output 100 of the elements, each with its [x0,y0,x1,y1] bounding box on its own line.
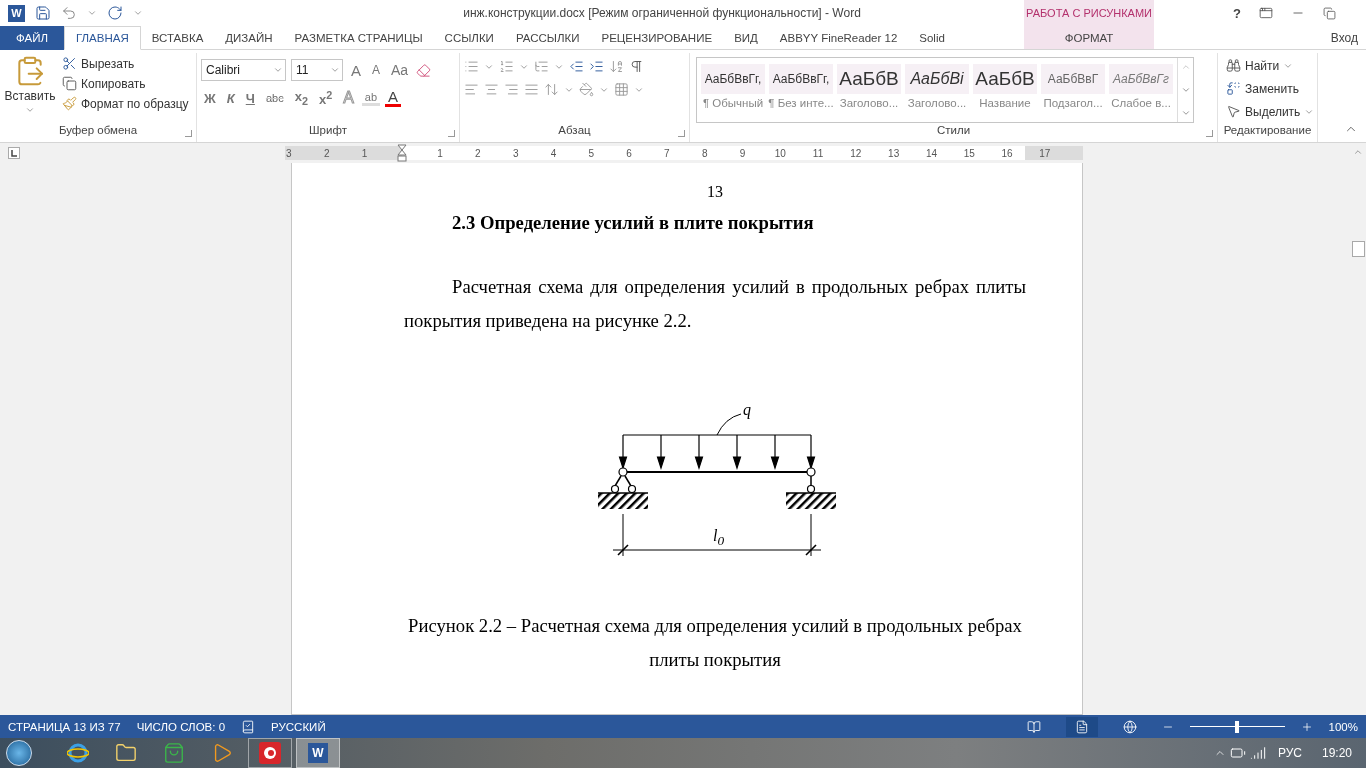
caret-icon[interactable] [273,65,283,75]
zoom-in-icon[interactable] [1300,720,1313,733]
restore-icon[interactable] [1323,6,1336,20]
pointer-icon[interactable] [1226,104,1241,119]
paintbrush-icon[interactable] [62,96,77,111]
caret-icon[interactable] [87,8,97,18]
shopping-bag-icon[interactable] [163,742,185,764]
align-center-icon[interactable] [484,82,499,97]
word-count[interactable]: ЧИСЛО СЛОВ: 0 [136,720,226,733]
ribbon-tab[interactable]: ССЫЛКИ [433,26,505,50]
replace-button[interactable]: Заменить [1224,80,1317,97]
paint-bucket-icon[interactable] [579,82,594,97]
ribbon-tab[interactable]: РАССЫЛКИ [504,26,591,50]
browser-icon[interactable] [67,742,89,764]
signal-icon[interactable] [1249,745,1266,761]
dialog-launcher-icon[interactable] [678,130,685,137]
case-font-button[interactable]: Aa [388,62,412,78]
disc-app-icon[interactable] [259,742,281,764]
scissors-icon[interactable] [62,56,77,71]
clock[interactable]: 19:20 [1321,746,1352,760]
eraser-icon[interactable] [416,62,432,78]
redo-icon[interactable] [107,5,123,21]
style-item[interactable]: АаБбВвГг, ¶ Без инте... [769,64,833,116]
scroll-up-icon[interactable] [1180,62,1191,72]
ribbon-tab[interactable]: ВСТАВКА [140,26,215,50]
undo-icon[interactable] [61,5,77,21]
font-name-field[interactable]: Calibri [201,59,286,81]
binoculars-icon[interactable] [1226,58,1241,73]
print-layout-icon[interactable] [1074,719,1089,734]
select-button[interactable]: Выделить [1224,103,1317,120]
ribbon-tab[interactable]: ГЛАВНАЯ [64,26,141,50]
caret-icon[interactable] [330,65,340,75]
start-button[interactable] [6,740,32,766]
dialog-launcher-icon[interactable] [1206,130,1213,137]
page-count[interactable]: СТРАНИЦА 13 ИЗ 77 [8,720,121,733]
align-left-icon[interactable] [464,82,479,97]
highlight-button[interactable]: ab [361,90,381,106]
battery-icon[interactable] [1229,745,1246,761]
ribbon-tab[interactable]: ВИД [723,26,769,50]
folder-icon[interactable] [115,742,137,764]
language-indicator[interactable]: РУССКИЙ [271,720,326,733]
vertical-scrollbar[interactable] [1350,143,1366,715]
tab-selector-icon[interactable] [8,147,20,159]
more-styles-icon[interactable] [1180,108,1191,118]
save-icon[interactable] [35,5,51,21]
ribbon-display-icon[interactable] [1259,6,1273,20]
cut-button[interactable]: Вырезать [60,55,191,72]
scroll-down-icon[interactable] [1180,85,1191,95]
dialog-launcher-icon[interactable] [448,130,455,137]
word-icon[interactable]: W [308,743,328,763]
web-layout-icon[interactable] [1122,719,1137,734]
copy-button[interactable]: Копировать [60,75,191,92]
proofing-icon[interactable] [241,719,256,734]
font-size-field[interactable]: 11 [291,59,343,81]
ribbon-tab[interactable]: ФОРМАТ [1024,26,1154,50]
ribbon-tab[interactable]: Solid [908,26,956,50]
numbered-list-icon[interactable] [499,59,514,74]
style-item[interactable]: АаБбВ Название [973,64,1037,116]
ribbon-tab[interactable]: РАЗМЕТКА СТРАНИЦЫ [283,26,434,50]
sort-icon[interactable] [609,59,624,74]
increase-indent-icon[interactable] [589,59,604,74]
keyboard-language[interactable]: РУС [1277,746,1302,760]
style-item[interactable]: АаБбВвГ Подзагол... [1041,64,1105,116]
sign-in-link[interactable]: Вход [1154,26,1366,49]
help-button[interactable]: ? [1233,5,1241,21]
ribbon-tab[interactable]: ДИЗАЙН [214,26,284,50]
format-painter-button[interactable]: Формат по образцу [60,95,191,112]
style-item[interactable]: АаБбВвГг Слабое в... [1109,64,1173,116]
read-mode-icon[interactable] [1026,719,1041,734]
find-button[interactable]: Найти [1224,57,1317,74]
grow-font-button[interactable]: A [348,61,364,79]
borders-icon[interactable] [614,82,629,97]
ribbon-tab[interactable]: ABBYY FineReader 12 [768,26,909,50]
color-button[interactable]: A [385,89,402,108]
scroll-thumb[interactable] [1351,241,1365,257]
italic-button[interactable]: К [223,90,238,106]
decrease-indent-icon[interactable] [569,59,584,74]
line-spacing-icon[interactable] [544,82,559,97]
replace-icon[interactable] [1226,81,1241,96]
style-item[interactable]: АаБбВі Заголово... [905,64,969,116]
justify-icon[interactable] [524,82,539,97]
customize-caret-icon[interactable] [133,8,143,18]
shrink-font-button[interactable]: A [369,63,384,77]
copy-icon[interactable] [62,76,77,91]
style-item[interactable]: АаБбВвГг, ¶ Обычный [701,64,765,116]
bullet-list-icon[interactable] [464,59,479,74]
caret-icon[interactable] [25,105,35,115]
pilcrow-icon[interactable] [629,59,644,74]
sub-button[interactable]: x$_{2}$ [291,89,311,107]
underline-button[interactable]: Ч [242,90,258,106]
ribbon-tab[interactable]: ФАЙЛ [0,26,64,50]
style-item[interactable]: АаБбВ Заголово... [837,64,901,116]
indent-marker-icon[interactable] [397,144,408,162]
paste-button[interactable]: Вставить [4,53,56,124]
sup-button[interactable]: x$^{2}$ [315,89,336,108]
dialog-launcher-icon[interactable] [185,130,192,137]
zoom-thumb[interactable] [1235,720,1240,733]
bold-button[interactable]: Ж [201,90,219,106]
multilevel-list-icon[interactable] [534,59,549,74]
zoom-level[interactable]: 100% [1328,720,1358,733]
